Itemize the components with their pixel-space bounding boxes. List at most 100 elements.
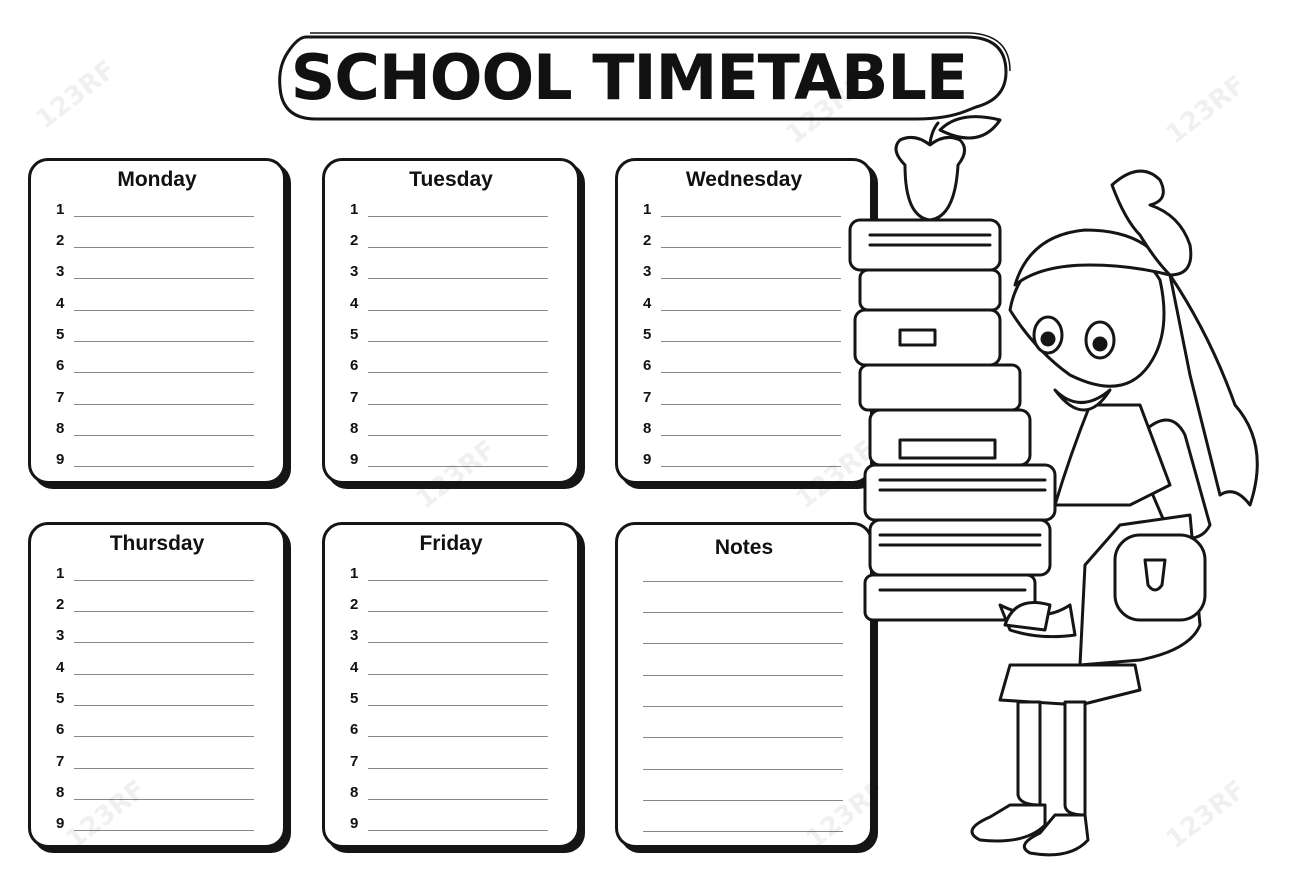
write-line [368, 435, 548, 436]
period-row[interactable]: 9 [643, 451, 843, 475]
period-number: 9 [56, 815, 65, 832]
write-line [74, 674, 254, 675]
period-number: 9 [350, 451, 359, 468]
period-row[interactable]: 7 [350, 389, 550, 413]
write-line [661, 435, 841, 436]
write-line [368, 580, 548, 581]
period-number: 4 [56, 295, 65, 312]
period-row[interactable]: 2 [56, 232, 256, 256]
period-row[interactable]: 3 [643, 263, 843, 287]
period-row[interactable]: 1 [56, 565, 256, 589]
write-line [368, 216, 548, 217]
period-row[interactable]: 3 [56, 627, 256, 651]
write-line [368, 799, 548, 800]
period-row[interactable]: 6 [350, 357, 550, 381]
period-row[interactable]: 4 [350, 295, 550, 319]
period-number: 3 [350, 627, 359, 644]
period-row[interactable]: 8 [350, 784, 550, 808]
write-line [368, 404, 548, 405]
period-row[interactable]: 8 [643, 420, 843, 444]
note-line[interactable] [643, 769, 843, 770]
period-row[interactable]: 9 [56, 451, 256, 475]
period-row[interactable]: 5 [56, 326, 256, 350]
write-line [661, 466, 841, 467]
period-number: 2 [350, 596, 359, 613]
write-line [368, 674, 548, 675]
period-row[interactable]: 1 [350, 201, 550, 225]
period-row[interactable]: 1 [56, 201, 256, 225]
period-row[interactable]: 8 [56, 420, 256, 444]
note-line[interactable] [643, 831, 843, 832]
period-row[interactable]: 5 [56, 690, 256, 714]
write-line [661, 310, 841, 311]
period-row[interactable]: 9 [350, 451, 550, 475]
period-row[interactable]: 5 [643, 326, 843, 350]
apple-icon [894, 115, 1002, 222]
period-number: 4 [350, 295, 359, 312]
period-row[interactable]: 1 [350, 565, 550, 589]
period-row[interactable]: 6 [56, 721, 256, 745]
period-row[interactable]: 7 [350, 753, 550, 777]
note-line[interactable] [643, 675, 843, 676]
period-row[interactable]: 3 [56, 263, 256, 287]
day-title: Tuesday [409, 168, 493, 191]
period-row[interactable]: 9 [350, 815, 550, 839]
period-row[interactable]: 4 [56, 295, 256, 319]
period-row[interactable]: 5 [350, 326, 550, 350]
period-row[interactable]: 2 [643, 232, 843, 256]
write-line [74, 278, 254, 279]
note-line[interactable] [643, 800, 843, 801]
period-number: 7 [56, 753, 65, 770]
period-row[interactable]: 6 [350, 721, 550, 745]
period-row[interactable]: 9 [56, 815, 256, 839]
period-number: 4 [643, 295, 652, 312]
period-row[interactable]: 8 [350, 420, 550, 444]
period-number: 7 [643, 389, 652, 406]
notes-panel: Notes [615, 522, 873, 848]
note-line[interactable] [643, 612, 843, 613]
write-line [368, 247, 548, 248]
period-row[interactable]: 2 [56, 596, 256, 620]
day-title: Thursday [109, 532, 205, 555]
write-line [74, 830, 254, 831]
note-line[interactable] [643, 581, 843, 582]
write-line [74, 341, 254, 342]
period-number: 9 [56, 451, 65, 468]
period-row[interactable]: 7 [56, 753, 256, 777]
period-row[interactable]: 3 [350, 627, 550, 651]
write-line [368, 372, 548, 373]
period-row[interactable]: 6 [643, 357, 843, 381]
note-line[interactable] [643, 706, 843, 707]
write-line [661, 278, 841, 279]
write-line [74, 611, 254, 612]
note-line[interactable] [643, 643, 843, 644]
write-line [368, 705, 548, 706]
period-row[interactable]: 4 [643, 295, 843, 319]
period-number: 1 [56, 201, 65, 218]
period-number: 9 [643, 451, 652, 468]
write-line [74, 580, 254, 581]
period-number: 8 [643, 420, 652, 437]
notes-title: Notes [714, 536, 774, 559]
period-row[interactable]: 7 [56, 389, 256, 413]
period-number: 9 [350, 815, 359, 832]
period-row[interactable]: 7 [643, 389, 843, 413]
period-number: 6 [56, 721, 65, 738]
period-row[interactable]: 5 [350, 690, 550, 714]
period-row[interactable]: 6 [56, 357, 256, 381]
period-row[interactable]: 3 [350, 263, 550, 287]
period-number: 2 [350, 232, 359, 249]
period-row[interactable]: 4 [350, 659, 550, 683]
period-number: 3 [56, 263, 65, 280]
period-row[interactable]: 4 [56, 659, 256, 683]
period-number: 3 [350, 263, 359, 280]
period-row[interactable]: 1 [643, 201, 843, 225]
period-number: 7 [350, 389, 359, 406]
note-line[interactable] [643, 737, 843, 738]
period-row[interactable]: 2 [350, 596, 550, 620]
period-row[interactable]: 8 [56, 784, 256, 808]
write-line [74, 216, 254, 217]
period-number: 5 [56, 690, 65, 707]
write-line [74, 435, 254, 436]
period-row[interactable]: 2 [350, 232, 550, 256]
